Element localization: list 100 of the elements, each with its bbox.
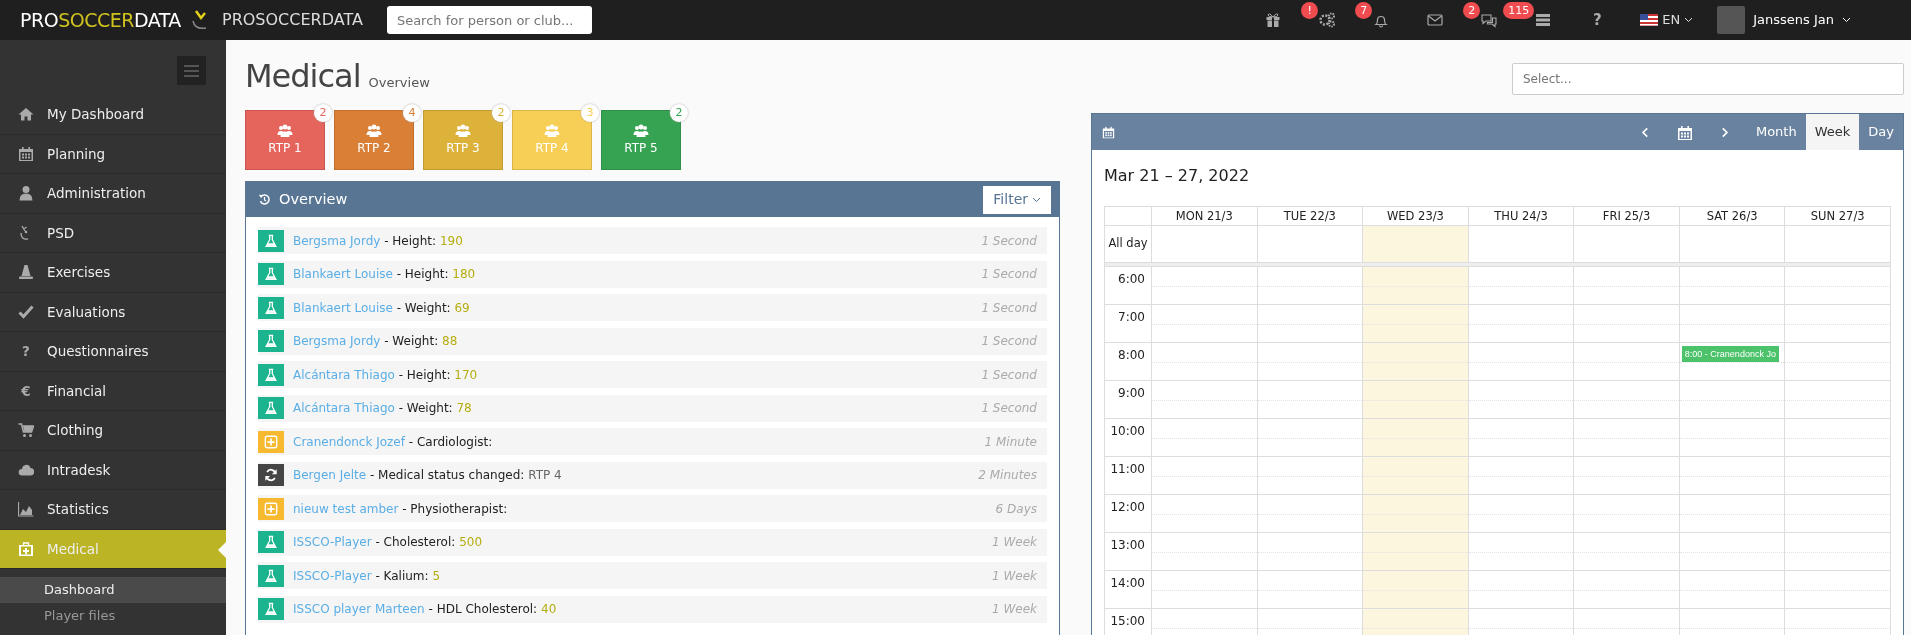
sidebar-item[interactable]: Statistics: [0, 490, 226, 530]
person-link[interactable]: ISSCO player Marteen: [293, 602, 425, 616]
activity-time: 1 Week: [991, 534, 1037, 551]
sidebar-item[interactable]: Clothing: [0, 411, 226, 451]
day-header: FRI 25/3: [1574, 207, 1680, 226]
group-icon: [454, 123, 472, 139]
submenu-item[interactable]: Player files: [0, 603, 226, 629]
plus-square-icon: [264, 501, 278, 516]
view-tab[interactable]: Day: [1859, 114, 1903, 150]
sidebar-item[interactable]: PSD: [0, 213, 226, 253]
activity-time: 1 Second: [981, 333, 1037, 350]
panel-title: Overview: [279, 189, 348, 209]
history-icon: [258, 193, 271, 206]
page-subtitle: Overview: [368, 74, 430, 92]
activity-text: ISSCO-Player - Kalium: 5: [293, 567, 441, 585]
brand-name: PROSOCCERDATA: [222, 9, 363, 31]
filter-button[interactable]: Filter: [983, 185, 1051, 214]
notification-count: !: [1301, 2, 1319, 19]
calendar-icon: [1676, 124, 1693, 141]
home-icon: [18, 106, 34, 123]
chat-toolbar-button[interactable]: [1480, 11, 1499, 29]
notification-count: 7: [1355, 2, 1373, 19]
sidebar-item[interactable]: Evaluations: [0, 292, 226, 332]
submenu-item[interactable]: Dashboard: [0, 577, 226, 603]
person-link[interactable]: ISSCO-Player: [293, 535, 372, 549]
check-icon: [18, 303, 34, 320]
activity-text: Alcántara Thiago - Weight: 78: [293, 400, 472, 417]
caret-icon: [1032, 196, 1041, 203]
activity-time: 1 Second: [981, 299, 1037, 317]
sidebar-label: Planning: [47, 144, 106, 164]
help-button[interactable]: ?: [1588, 11, 1607, 29]
flag-icon: [1640, 14, 1659, 26]
gears-icon: [1319, 12, 1336, 28]
count-badge: 2: [492, 104, 510, 122]
search-field[interactable]: Search for person or club...: [386, 6, 592, 34]
activity-text: ISSCO player Marteen - HDL Cholesterol: 40: [293, 601, 557, 618]
time-label: 9:00: [1105, 381, 1152, 419]
gift-icon: [1265, 12, 1282, 28]
time-label: 14:00: [1105, 571, 1152, 609]
select-field[interactable]: Select...: [1512, 63, 1904, 95]
person-link[interactable]: Bergen Jelte: [293, 468, 367, 482]
sidebar-label: Questionnaires: [47, 342, 149, 362]
count-badge: 2: [314, 104, 332, 122]
sidebar-item[interactable]: Administration: [0, 174, 226, 214]
list-icon: [1535, 12, 1552, 28]
sidebar-label: Intradesk: [47, 460, 111, 480]
person-link[interactable]: Alcántara Thiago: [293, 401, 395, 415]
person-link[interactable]: Blankaert Louise: [293, 300, 393, 315]
time-label: 11:00: [1105, 457, 1152, 495]
day-header: TUE 22/3: [1257, 207, 1364, 226]
person-link[interactable]: Bergsma Jordy: [293, 334, 381, 348]
view-tab[interactable]: Week: [1805, 114, 1860, 150]
menu-icon: [184, 64, 199, 77]
activity-time: 1 Second: [981, 266, 1037, 283]
activity-text: nieuw test amber - Physiotherapist:: [293, 500, 508, 518]
view-tab[interactable]: Month: [1746, 114, 1806, 150]
time-label: 10:00: [1105, 419, 1152, 457]
count-badge: 4: [403, 104, 421, 122]
gears-toolbar-button[interactable]: [1318, 11, 1337, 29]
sidebar-label: PSD: [47, 223, 75, 243]
notification-count: 2: [1463, 2, 1481, 19]
person-link[interactable]: Cranendonck Jozef: [293, 434, 405, 449]
sidebar-item[interactable]: ? Questionnaires: [0, 332, 226, 372]
mail-toolbar-button[interactable]: [1426, 11, 1445, 29]
activity-time: 6 Days: [995, 500, 1037, 518]
activity-text: Bergsma Jordy - Weight: 88: [293, 333, 458, 350]
group-icon: [365, 123, 383, 139]
sidebar-item[interactable]: Planning: [0, 134, 226, 174]
person-link[interactable]: Alcántara Thiago: [293, 367, 395, 382]
time-label: 8:00: [1105, 343, 1152, 381]
language-selector[interactable]: EN: [1640, 10, 1694, 30]
sidebar-item[interactable]: € Financial: [0, 371, 226, 411]
person-link[interactable]: Bergsma Jordy: [293, 233, 381, 248]
gift-toolbar-button[interactable]: [1264, 11, 1283, 29]
date-range: Mar 21 – 27, 2022: [1103, 165, 1251, 187]
flask-icon: [264, 367, 278, 382]
user-icon: [18, 185, 34, 202]
calendar-icon: [1102, 125, 1115, 139]
calendar-event[interactable]: 8:00 - Cranendonck Jo: [1681, 346, 1779, 362]
list-toolbar-button[interactable]: [1534, 11, 1553, 29]
activity-text: Blankaert Louise - Height: 180: [293, 266, 476, 283]
time-label: 6:00: [1105, 267, 1152, 305]
activity-text: Alcántara Thiago - Height: 170: [293, 366, 478, 384]
logo-wordmark[interactable]: PROSOCCERDATA: [0, 5, 190, 35]
flask-icon: [264, 300, 278, 315]
person-link[interactable]: Blankaert Louise: [293, 267, 393, 281]
chat-icon: [1481, 12, 1498, 28]
person-link[interactable]: nieuw test amber: [293, 501, 399, 516]
cart-icon: [18, 422, 34, 439]
sidebar-item[interactable]: Intradesk: [0, 450, 226, 490]
sidebar-label: Evaluations: [47, 302, 126, 322]
notification-count: 115: [1503, 2, 1535, 19]
person-link[interactable]: ISSCO-Player: [293, 568, 372, 583]
activity-time: 1 Second: [981, 232, 1037, 250]
caret-icon: [1842, 17, 1851, 23]
sidebar-item[interactable]: My Dashboard: [0, 95, 226, 135]
menu-toggle-button[interactable]: [177, 56, 206, 85]
sidebar-item[interactable]: Exercises: [0, 253, 226, 293]
activity-time: 1 Second: [981, 366, 1037, 384]
user-menu[interactable]: Janssens Jan: [1717, 6, 1851, 34]
